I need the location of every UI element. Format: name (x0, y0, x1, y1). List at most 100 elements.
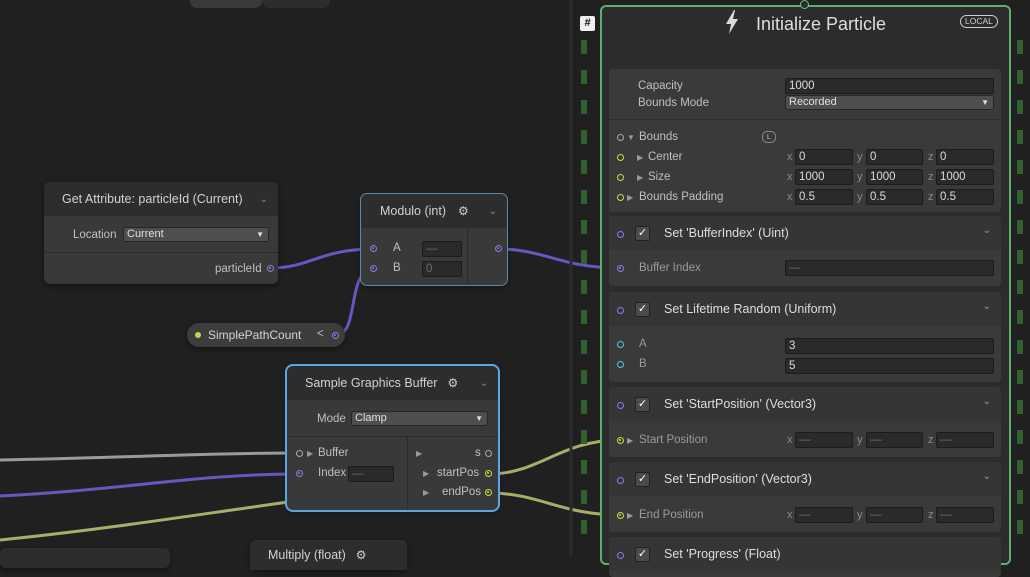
chevron-down-icon[interactable]: ⌄ (983, 225, 991, 236)
start-position-z-field[interactable]: — (936, 432, 994, 448)
block-activation-port[interactable] (617, 231, 624, 238)
triangle-right-icon[interactable]: ▶ (416, 449, 422, 458)
bounds-space-badge[interactable]: L (762, 131, 776, 143)
triangle-right-icon[interactable]: ▶ (627, 436, 633, 445)
end-position-x-field[interactable]: — (795, 507, 853, 523)
block-enable-checkbox[interactable]: ✓ (635, 472, 650, 487)
block-enable-checkbox[interactable]: ✓ (635, 302, 650, 317)
gear-icon[interactable]: ⚙ (458, 204, 469, 218)
triangle-down-icon[interactable]: ▼ (627, 133, 635, 142)
size-x-field[interactable]: 1000 (795, 169, 853, 185)
bounds-mode-dropdown[interactable]: Recorded (785, 95, 994, 110)
sample-buffer-header[interactable]: Sample Graphics Buffer ⚙ ⌄ (287, 366, 498, 400)
multiply-header[interactable]: Multiply (float) ⚙ (250, 540, 407, 570)
property-output-port[interactable] (332, 332, 339, 339)
chevron-down-icon[interactable]: ⌄ (983, 301, 991, 312)
buffer-index-port[interactable] (617, 265, 624, 272)
modulo-input-a-port[interactable] (370, 245, 377, 252)
triangle-right-icon[interactable]: ▶ (637, 153, 643, 162)
block-set-startposition[interactable]: ✓ Set 'StartPosition' (Vector3) ⌄ ▶ Star… (609, 387, 1001, 457)
block-set-bufferindex[interactable]: ✓ Set 'BufferIndex' (Uint) ⌄ Buffer Inde… (609, 216, 1001, 286)
gear-icon[interactable]: ⚙ (447, 376, 458, 390)
flow-input-port[interactable] (800, 0, 809, 9)
lifetime-a-port[interactable] (617, 341, 624, 348)
buffer-index-field[interactable]: — (785, 260, 994, 276)
particleid-output-port[interactable] (267, 265, 274, 272)
triangle-right-icon[interactable]: ▶ (627, 511, 633, 520)
lifetime-b-field[interactable]: 5 (785, 358, 994, 374)
axis-x-label: x (787, 509, 793, 521)
end-position-y-field[interactable]: — (866, 507, 923, 523)
chevron-down-icon[interactable]: ⌄ (983, 396, 991, 407)
bounds-port[interactable] (617, 134, 624, 141)
block-set-endposition[interactable]: ✓ Set 'EndPosition' (Vector3) ⌄ ▶ End Po… (609, 462, 1001, 532)
modulo-input-a-field[interactable]: — (422, 241, 462, 257)
modulo-node[interactable]: Modulo (int) ⚙ ⌄ A — B 0 (360, 193, 508, 286)
mode-dropdown[interactable]: Clamp (351, 411, 488, 426)
triangle-right-icon[interactable]: ▶ (307, 449, 313, 458)
lifetime-b-port[interactable] (617, 361, 624, 368)
chevron-down-icon[interactable]: ⌄ (489, 206, 497, 217)
block-enable-checkbox[interactable]: ✓ (635, 397, 650, 412)
modulo-output-port[interactable] (495, 245, 502, 252)
triangle-right-icon[interactable]: ▶ (423, 469, 429, 478)
gear-icon[interactable]: ⚙ (356, 548, 367, 562)
end-position-z-field[interactable]: — (936, 507, 994, 523)
output-endpos-port[interactable] (485, 489, 492, 496)
start-position-port[interactable] (617, 437, 624, 444)
center-port[interactable] (617, 154, 624, 161)
sample-graphics-buffer-node[interactable]: Sample Graphics Buffer ⚙ ⌄ Mode Clamp ▶ … (285, 364, 500, 512)
index-input-field[interactable]: — (348, 466, 394, 482)
chevron-down-icon[interactable]: ⌄ (983, 471, 991, 482)
get-attribute-node[interactable]: Get Attribute: particleId (Current) ⌄ Lo… (44, 182, 278, 284)
start-position-y-field[interactable]: — (866, 432, 923, 448)
center-x-field[interactable]: 0 (795, 149, 853, 165)
block-activation-port[interactable] (617, 307, 624, 314)
padding-y-field[interactable]: 0.5 (866, 189, 923, 205)
simplepathcount-property-node[interactable]: SimplePathCount < (187, 323, 345, 347)
modulo-header[interactable]: Modulo (int) ⚙ ⌄ (361, 194, 507, 228)
lifetime-a-field[interactable]: 3 (785, 338, 994, 354)
triangle-right-icon[interactable]: ▶ (637, 173, 643, 182)
block-enable-checkbox[interactable]: ✓ (635, 547, 650, 562)
block-set-lifetime-random[interactable]: ✓ Set Lifetime Random (Uniform) ⌄ A 3 B … (609, 292, 1001, 382)
triangle-right-icon[interactable]: ▶ (627, 193, 633, 202)
padding-x-field[interactable]: 0.5 (795, 189, 853, 205)
index-input-port[interactable] (296, 470, 303, 477)
chevron-down-icon[interactable]: ⌄ (480, 378, 488, 389)
location-dropdown[interactable]: Current (123, 227, 269, 242)
center-z-field[interactable]: 0 (936, 149, 994, 165)
modulo-input-a-label: A (393, 242, 401, 254)
get-attribute-header[interactable]: Get Attribute: particleId (Current) ⌄ (44, 182, 278, 216)
output-s-port[interactable] (485, 450, 492, 457)
capacity-field[interactable]: 1000 (785, 78, 994, 94)
index-input-label: Index (318, 467, 347, 479)
space-badge[interactable]: LOCAL (960, 15, 998, 28)
get-attribute-title: Get Attribute: particleId (Current) (62, 192, 243, 206)
end-position-port[interactable] (617, 512, 624, 519)
size-y-field[interactable]: 1000 (866, 169, 923, 185)
modulo-input-b-label: B (393, 262, 401, 274)
padding-z-field[interactable]: 0.5 (936, 189, 994, 205)
context-hash-badge[interactable]: # (580, 16, 595, 31)
block-activation-port[interactable] (617, 402, 624, 409)
center-y-field[interactable]: 0 (866, 149, 923, 165)
chevron-down-icon[interactable]: ⌄ (260, 194, 268, 205)
multiply-node[interactable]: Multiply (float) ⚙ (250, 540, 407, 570)
axis-x-label: x (787, 151, 793, 163)
size-port[interactable] (617, 174, 624, 181)
block-enable-checkbox[interactable]: ✓ (635, 226, 650, 241)
start-position-x-field[interactable]: — (795, 432, 853, 448)
size-z-field[interactable]: 1000 (936, 169, 994, 185)
triangle-right-icon[interactable]: ▶ (423, 488, 429, 497)
axis-y-label: y (857, 151, 863, 163)
property-arrow-icon[interactable]: < (317, 328, 324, 340)
output-startpos-port[interactable] (485, 470, 492, 477)
offscreen-node-stub[interactable] (0, 548, 170, 568)
padding-port[interactable] (617, 194, 624, 201)
block-activation-port[interactable] (617, 477, 624, 484)
block-set-progress[interactable]: ✓ Set 'Progress' (Float) (609, 537, 1001, 577)
modulo-input-b-field[interactable]: 0 (422, 261, 462, 277)
modulo-input-b-port[interactable] (370, 265, 377, 272)
buffer-input-port[interactable] (296, 450, 303, 457)
